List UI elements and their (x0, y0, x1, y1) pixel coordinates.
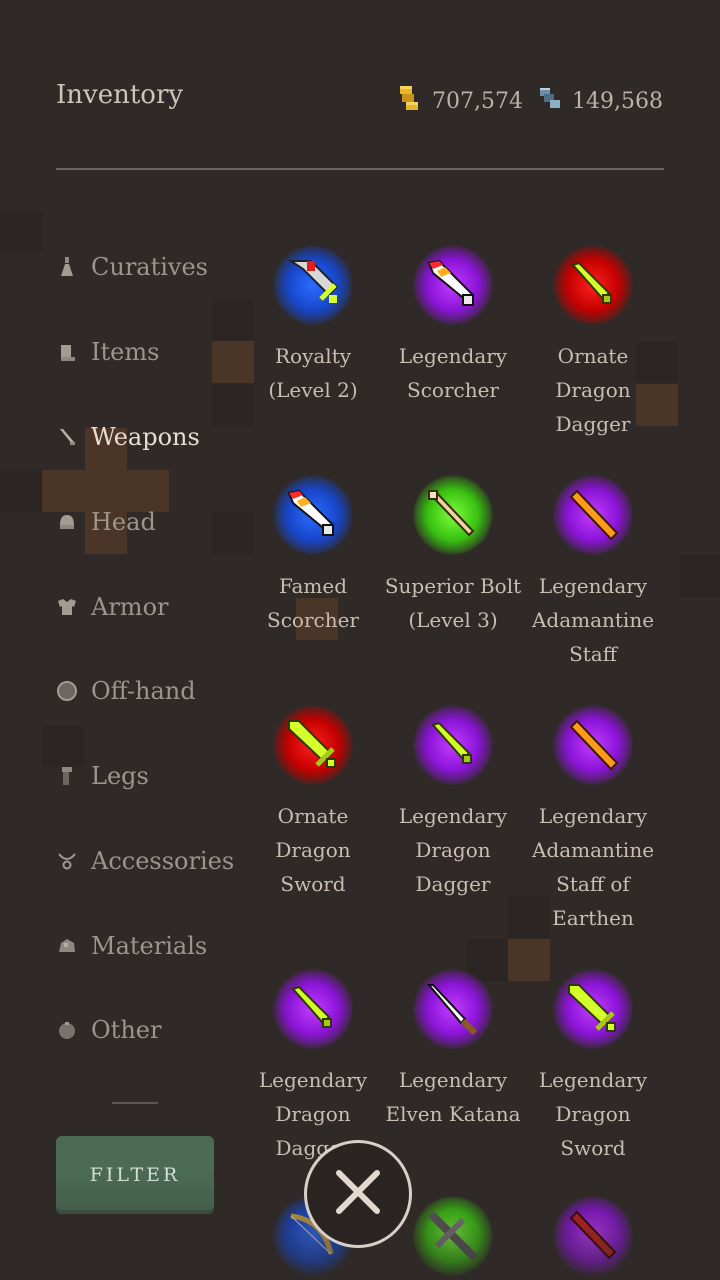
category-armor[interactable]: Armor (56, 587, 168, 627)
item-name: Legendary Adamantine Staff (531, 574, 655, 666)
gold-amount: 707,574 (432, 88, 523, 114)
background-tile (0, 210, 42, 252)
item-name: Legendary Elven Katana (385, 1068, 521, 1126)
necklace-icon (56, 850, 78, 872)
item-red-blade[interactable] (523, 1196, 663, 1280)
category-accessories[interactable]: Accessories (56, 841, 234, 881)
category-label: Weapons (91, 423, 200, 451)
item-name: Superior Bolt (Level 3) (384, 574, 522, 632)
sidebar-divider (112, 1102, 158, 1104)
helmet-icon (56, 511, 78, 533)
dagger-icon (273, 969, 353, 1049)
item-name: Legendary Scorcher (398, 344, 508, 402)
item-name: Ornate Dragon Dagger (555, 344, 631, 436)
item-bag-icon (56, 341, 78, 363)
misc-orb-icon (56, 1019, 78, 1041)
background-tile (0, 470, 42, 512)
filter-button[interactable]: FILTER (56, 1136, 214, 1214)
category-other[interactable]: Other (56, 1010, 161, 1050)
category-items[interactable]: Items (56, 332, 159, 372)
category-head[interactable]: Head (56, 502, 156, 542)
category-weapons[interactable]: Weapons (56, 417, 200, 457)
category-label: Off-hand (91, 677, 196, 705)
sword-icon (56, 426, 78, 448)
page-title: Inventory (56, 80, 184, 110)
category-label: Other (91, 1016, 162, 1044)
gold-counter: 707,574 (398, 84, 523, 118)
category-curatives[interactable]: Curatives (56, 247, 208, 287)
staff-icon (553, 705, 633, 785)
red-blade-icon (553, 1196, 633, 1276)
sword-icon (553, 969, 633, 1049)
gems-amount: 149,568 (572, 88, 663, 114)
item-name: Legendary Dragon Dagger (398, 804, 508, 896)
category-legs[interactable]: Legs (56, 756, 149, 796)
category-label: Materials (91, 932, 208, 960)
category-label: Curatives (91, 253, 208, 281)
category-label: Legs (91, 762, 149, 790)
shield-icon (56, 680, 78, 702)
dagger-icon (553, 245, 633, 325)
item-name: Legendary Adamantine Staff of Earthen (531, 804, 655, 930)
sword-icon (273, 705, 353, 785)
dagger-icon (413, 705, 493, 785)
background-tile (212, 512, 254, 554)
broadsword-icon (273, 245, 353, 325)
item-name: Ornate Dragon Sword (275, 804, 351, 896)
category-label: Armor (91, 593, 169, 621)
gold-coins-icon (398, 84, 422, 118)
background-tile (508, 939, 550, 981)
close-button[interactable] (304, 1140, 412, 1248)
gems-counter: 149,568 (538, 84, 663, 118)
header-divider (56, 168, 664, 170)
leg-armor-icon (56, 765, 78, 787)
ore-icon (56, 935, 78, 957)
category-label: Accessories (91, 847, 235, 875)
inventory-header: Inventory 707,574 149,568 (0, 0, 720, 200)
background-tile (212, 298, 254, 340)
gem-stack-icon (538, 84, 562, 118)
katana-icon (413, 969, 493, 1049)
bolt-icon (413, 475, 493, 555)
category-materials[interactable]: Materials (56, 926, 207, 966)
category-label: Head (91, 508, 156, 536)
potion-flask-icon (56, 256, 78, 278)
item-name: Legendary Dragon Sword (538, 1068, 648, 1160)
flame-sword-icon (273, 475, 353, 555)
category-off-hand[interactable]: Off-hand (56, 671, 196, 711)
chest-armor-icon (56, 596, 78, 618)
staff-icon (553, 475, 633, 555)
item-name: Royalty (Level 2) (268, 344, 358, 402)
flame-sword-icon (413, 245, 493, 325)
background-tile (680, 555, 720, 597)
crossbow-icon (413, 1196, 493, 1276)
category-label: Items (91, 338, 160, 366)
close-icon (333, 1167, 383, 1221)
item-name: Famed Scorcher (267, 574, 359, 632)
